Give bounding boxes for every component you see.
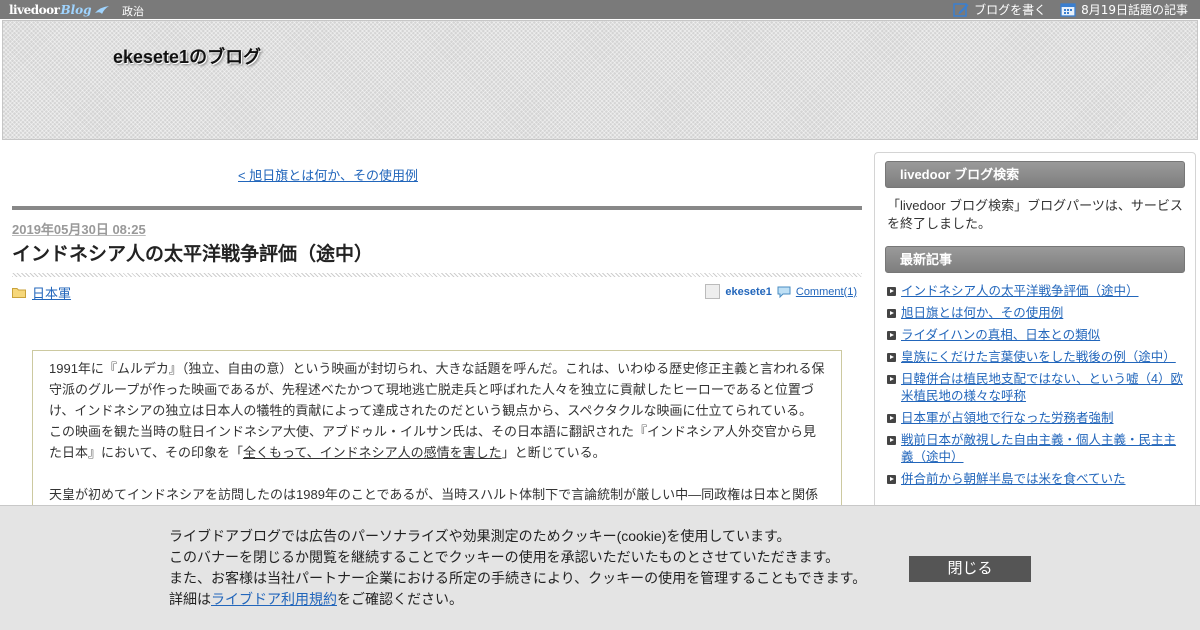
comments-link[interactable]: Comment(1) — [796, 286, 857, 298]
recent-article-link[interactable]: 戦前日本が敵視した自由主義・個人主義・民主主義（途中） — [901, 432, 1185, 466]
author-link[interactable]: ekesete1 — [725, 286, 772, 298]
article-date[interactable]: 2019年05月30日 08:25 — [12, 219, 146, 238]
recent-articles-heading: 最新記事 — [885, 246, 1185, 273]
list-item: 戦前日本が敵視した自由主義・個人主義・民主主義（途中） — [887, 432, 1185, 466]
article-meta: ekesete1 Comment(1) — [705, 284, 857, 299]
cookie-close-button[interactable]: 閉じる — [909, 556, 1031, 582]
bullet-arrow-icon — [887, 353, 896, 362]
folder-icon — [12, 288, 26, 298]
category-link[interactable]: 日本軍 — [32, 283, 71, 302]
list-item: インドネシア人の太平洋戦争評価（途中） — [887, 283, 1185, 300]
terms-link[interactable]: ライブドア利用規約 — [211, 591, 337, 607]
write-blog-link[interactable]: ブログを書く — [953, 1, 1046, 18]
cookie-line: また、お客様は当社パートナー企業における所定の手続きにより、クッキーの使用を管理… — [169, 570, 867, 586]
bullet-arrow-icon — [887, 331, 896, 340]
article-top-rule — [12, 206, 862, 210]
cookie-line: 詳細はライブドア利用規約をご確認ください。 — [169, 589, 866, 610]
recent-article-link[interactable]: インドネシア人の太平洋戦争評価（途中） — [901, 283, 1139, 300]
pencil-icon — [953, 3, 969, 17]
search-widget-heading: livedoor ブログ検索 — [885, 161, 1185, 188]
top-bar: livedoor Blog 政治 ブログを書く 8月19日話題の記事 — [0, 0, 1200, 19]
livedoor-blog-logo[interactable]: livedoor Blog — [9, 1, 110, 18]
paragraph-text: 」と断じている。 — [501, 445, 606, 460]
previous-article-link[interactable]: < 旭日旗とは何か、その使用例 — [238, 165, 418, 184]
logo-livedoor-text: livedoor — [9, 2, 60, 17]
list-item: 皇族にくだけた言葉使いをした戦後の例（途中） — [887, 349, 1185, 366]
bullet-arrow-icon — [887, 436, 896, 445]
logo-blog-text: Blog — [60, 2, 92, 17]
list-item: 旭日旗とは何か、その使用例 — [887, 305, 1185, 322]
recent-article-link[interactable]: ライダイハンの真相、日本との類似 — [901, 327, 1100, 344]
topic-articles-link[interactable]: 8月19日話題の記事 — [1060, 1, 1188, 18]
recent-article-link[interactable]: 旭日旗とは何か、その使用例 — [901, 305, 1063, 322]
list-item: 日韓併合は植民地支配ではない、という嘘（4）欧米植民地の様々な呼称 — [887, 371, 1185, 405]
cookie-line: ライブドアブログでは広告のパーソナライズや効果測定のためクッキー(cookie)… — [169, 528, 791, 544]
list-item: ライダイハンの真相、日本との類似 — [887, 327, 1185, 344]
list-item: 併合前から朝鮮半島では米を食べていた — [887, 471, 1185, 488]
search-widget-notice: 「livedoor ブログ検索」ブログパーツは、サービスを終了しました。 — [887, 198, 1183, 231]
calendar-icon — [1060, 3, 1076, 17]
cookie-text: 詳細は — [169, 591, 211, 607]
article-paragraph: 1991年に『ムルデカ』（独立、自由の意）という映画が封切られ、大きな話題を呼ん… — [49, 358, 825, 463]
bullet-arrow-icon — [887, 287, 896, 296]
cookie-text: をご確認ください。 — [337, 591, 463, 607]
write-blog-label: ブログを書く — [974, 3, 1047, 17]
article-title-divider — [12, 273, 862, 277]
recent-article-link[interactable]: 併合前から朝鮮半島では米を食べていた — [901, 471, 1126, 488]
author-avatar[interactable] — [705, 284, 721, 299]
blog-header: ekesete1のブログ — [2, 20, 1198, 140]
sidebar: livedoor ブログ検索 「livedoor ブログ検索」ブログパーツは、サ… — [874, 152, 1196, 512]
cookie-message: ライブドアブログでは広告のパーソナライズや効果測定のためクッキー(cookie)… — [169, 526, 866, 610]
bullet-arrow-icon — [887, 414, 896, 423]
topic-articles-label: 8月19日話題の記事 — [1081, 3, 1188, 17]
topbar-right: ブログを書く 8月19日話題の記事 — [953, 0, 1188, 19]
recent-article-link[interactable]: 日韓併合は植民地支配ではない、という嘘（4）欧米植民地の様々な呼称 — [901, 371, 1185, 405]
cookie-banner: ライブドアブログでは広告のパーソナライズや効果測定のためクッキー(cookie)… — [0, 505, 1200, 630]
blog-title[interactable]: ekesete1のブログ — [113, 43, 261, 69]
list-item: 日本軍が占領地で行なった労務者強制 — [887, 410, 1185, 427]
quote-link[interactable]: 全くもって、インドネシア人の感情を害した — [243, 445, 502, 460]
topbar-category-link[interactable]: 政治 — [122, 3, 144, 19]
article-category: 日本軍 — [12, 283, 71, 302]
article-paragraph: 天皇が初めてインドネシアを訪問したのは1989年のことであるが、当時スハルト体制… — [49, 487, 819, 502]
recent-article-link[interactable]: 皇族にくだけた言葉使いをした戦後の例（途中） — [901, 349, 1176, 366]
bullet-arrow-icon — [887, 309, 896, 318]
comment-icon — [777, 286, 791, 298]
bullet-arrow-icon — [887, 375, 896, 384]
bullet-arrow-icon — [887, 475, 896, 484]
recent-article-link[interactable]: 日本軍が占領地で行なった労務者強制 — [901, 410, 1114, 427]
article-title: インドネシア人の太平洋戦争評価（途中） — [12, 244, 374, 265]
bird-icon — [94, 5, 109, 14]
cookie-line: このバナーを閉じるか閲覧を継続することでクッキーの使用を承認いただいたものとさせ… — [169, 549, 840, 565]
recent-articles-list: インドネシア人の太平洋戦争評価（途中） 旭日旗とは何か、その使用例 ライダイハン… — [885, 273, 1185, 488]
